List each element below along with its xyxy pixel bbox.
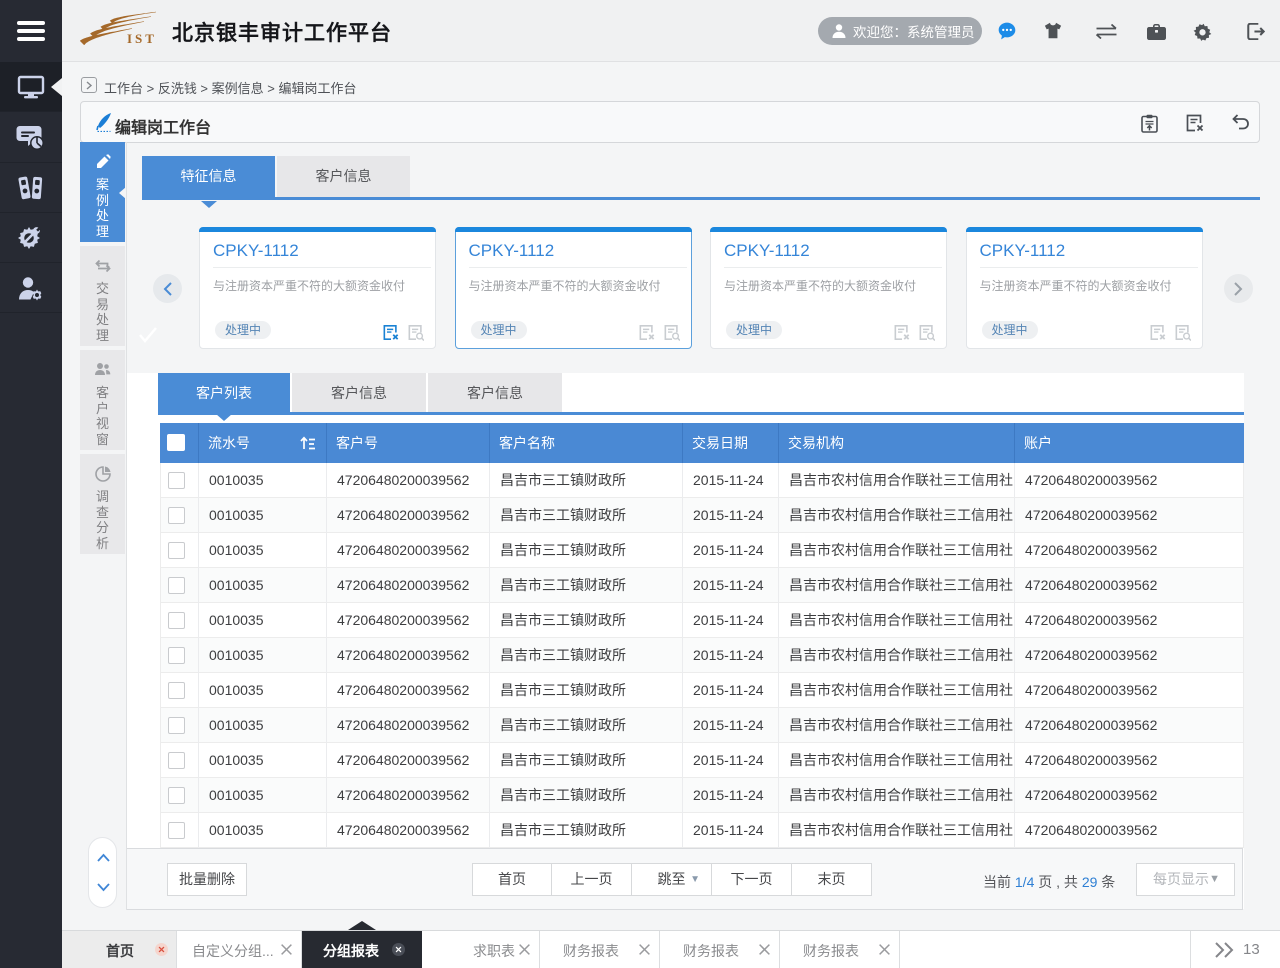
svg-text:IST: IST <box>127 31 157 45</box>
